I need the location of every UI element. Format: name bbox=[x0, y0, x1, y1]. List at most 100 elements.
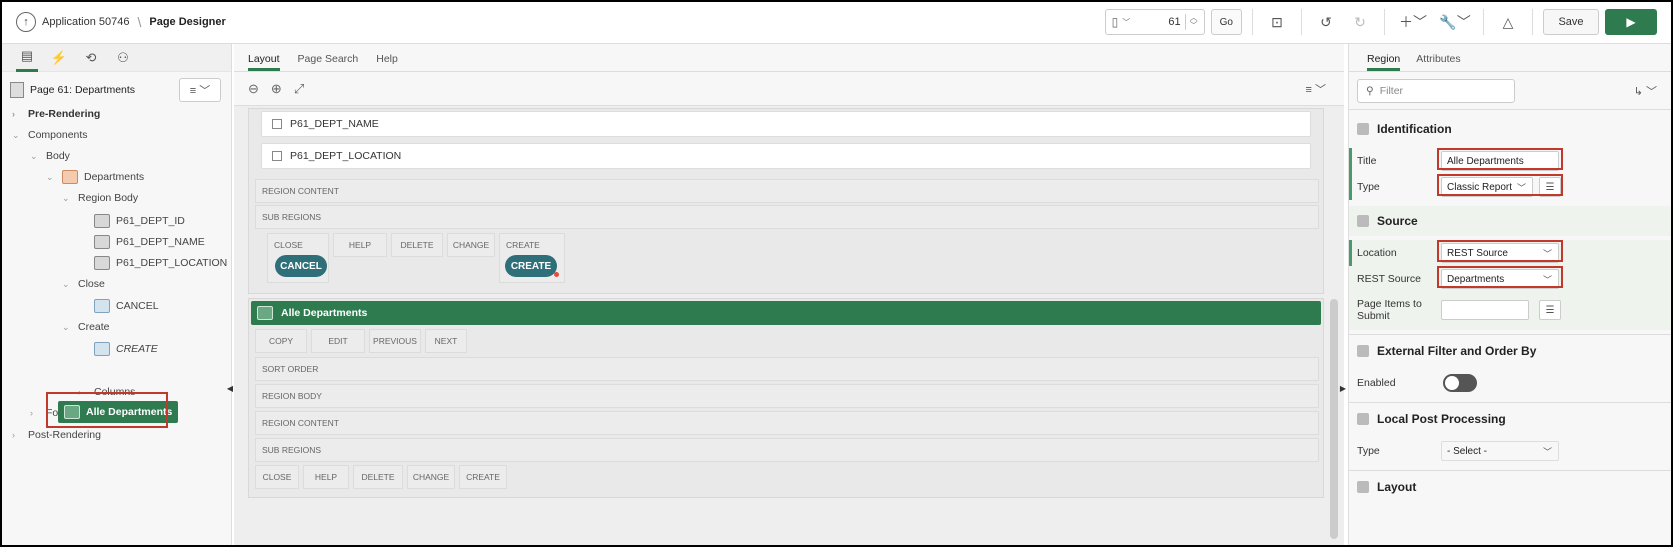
report-grid-icon bbox=[257, 306, 273, 320]
create-menu-icon[interactable]: ＋﹀ bbox=[1395, 9, 1431, 35]
shared-components-icon[interactable]: △ bbox=[1494, 9, 1522, 35]
zoom-out-icon[interactable]: ⊖ bbox=[248, 81, 259, 97]
undo-icon[interactable]: ↺ bbox=[1312, 9, 1340, 35]
section-layout[interactable]: Layout bbox=[1349, 472, 1671, 502]
lock-icon[interactable]: ⊡ bbox=[1263, 9, 1291, 35]
item-dept-location[interactable]: P61_DEPT_LOCATION bbox=[261, 143, 1311, 169]
divider bbox=[1349, 334, 1671, 335]
app-link[interactable]: Application 50746 bbox=[42, 16, 129, 28]
section-local-post-processing[interactable]: Local Post Processing bbox=[1349, 404, 1671, 434]
tree-node-create[interactable]: ⌄ Create bbox=[62, 321, 110, 333]
tab-region[interactable]: Region bbox=[1367, 53, 1401, 71]
tab-layout[interactable]: Layout bbox=[248, 53, 280, 71]
list-icon[interactable]: ☰ bbox=[1539, 300, 1561, 320]
go-button[interactable]: Go bbox=[1210, 9, 1242, 35]
tree-node-close[interactable]: ⌄ Close bbox=[62, 278, 105, 290]
enabled-toggle[interactable] bbox=[1443, 374, 1477, 392]
tree-node-body[interactable]: ⌄ Body bbox=[30, 150, 70, 162]
dynamic-actions-tab-icon[interactable]: ⚡ bbox=[48, 44, 70, 72]
save-button[interactable]: Save bbox=[1543, 9, 1599, 35]
divider bbox=[1384, 9, 1385, 35]
tree-node-region-body[interactable]: ⌄ Region Body bbox=[62, 192, 138, 204]
collapse-toggle-icon bbox=[1357, 123, 1369, 135]
go-to-group-icon[interactable]: ↳ ﹀ bbox=[1634, 83, 1657, 99]
item-icon bbox=[272, 151, 282, 161]
slot-help[interactable]: HELP bbox=[333, 233, 387, 257]
slot-region-content[interactable]: REGION CONTENT bbox=[255, 179, 1319, 203]
tree-node-pre-rendering[interactable]: › Pre-Rendering bbox=[12, 108, 100, 120]
tree-node-dept-id[interactable]: P61_DEPT_ID bbox=[94, 214, 185, 228]
slot-region-content[interactable]: REGION CONTENT bbox=[255, 411, 1319, 435]
collapse-left-icon[interactable]: ◀ bbox=[227, 384, 233, 393]
layout-menu-icon[interactable]: ≡ ﹀ bbox=[1306, 81, 1326, 97]
slot-change[interactable]: CHANGE bbox=[407, 465, 455, 489]
slot-next[interactable]: NEXT bbox=[425, 329, 467, 353]
region-alle-departments[interactable]: Alle Departments COPY EDIT PREVIOUS NEXT… bbox=[248, 298, 1324, 498]
divider bbox=[1301, 9, 1302, 35]
tree-node-post-rendering[interactable]: › Post-Rendering bbox=[12, 429, 101, 441]
slot-copy[interactable]: COPY bbox=[255, 329, 307, 353]
layout-panel: Layout Page Search Help ⊖ ⊕ ⤢ ≡ ﹀ P61_DE… bbox=[234, 44, 1346, 545]
page-number-input[interactable]: 61 bbox=[1168, 16, 1180, 28]
tab-help[interactable]: Help bbox=[376, 53, 398, 71]
page-items-input[interactable] bbox=[1441, 300, 1529, 320]
shared-components-tab-icon[interactable]: ⚇ bbox=[112, 44, 134, 72]
slot-region-body[interactable]: REGION BODY bbox=[255, 384, 1319, 408]
chevron-right-icon: › bbox=[12, 430, 15, 440]
rendering-tab-icon[interactable]: ▤ bbox=[16, 44, 38, 72]
property-page-items-label: Page Items to Submit bbox=[1357, 298, 1422, 322]
slot-sub-regions[interactable]: SUB REGIONS bbox=[255, 438, 1319, 462]
page-selector[interactable]: ▯ ﹀ 61 ︿ ﹀ bbox=[1104, 9, 1205, 35]
region-departments[interactable]: P61_DEPT_NAME P61_DEPT_LOCATION REGION C… bbox=[248, 108, 1324, 294]
slot-delete[interactable]: DELETE bbox=[391, 233, 443, 257]
slot-previous[interactable]: PREVIOUS bbox=[369, 329, 421, 353]
property-tabs: Region Attributes bbox=[1349, 44, 1671, 72]
section-external-filter[interactable]: External Filter and Order By bbox=[1349, 336, 1671, 366]
tab-page-search[interactable]: Page Search bbox=[298, 53, 359, 71]
section-source[interactable]: Source bbox=[1349, 206, 1671, 236]
text-field-icon bbox=[94, 256, 110, 270]
slot-help[interactable]: HELP bbox=[303, 465, 349, 489]
zoom-in-icon[interactable]: ⊕ bbox=[271, 81, 282, 97]
tree-node-dept-name[interactable]: P61_DEPT_NAME bbox=[94, 235, 205, 249]
tree-node-dept-location[interactable]: P61_DEPT_LOCATION bbox=[94, 256, 227, 270]
page-node-title[interactable]: Page 61: Departments bbox=[30, 84, 135, 96]
breadcrumb: ↑ Application 50746 \ Page Designer bbox=[16, 12, 226, 32]
slot-delete[interactable]: DELETE bbox=[353, 465, 403, 489]
page-number-stepper[interactable]: ︿ ﹀ bbox=[1184, 14, 1198, 30]
tab-attributes[interactable]: Attributes bbox=[1416, 53, 1460, 71]
slot-close[interactable]: CLOSE bbox=[255, 465, 299, 489]
expand-icon[interactable]: ⤢ bbox=[294, 81, 304, 97]
run-button[interactable]: ▶ bbox=[1605, 9, 1657, 35]
collapse-right-icon[interactable]: ▶ bbox=[1340, 384, 1346, 393]
up-arrow-icon[interactable]: ↑ bbox=[16, 12, 36, 32]
slot-edit[interactable]: EDIT bbox=[311, 329, 365, 353]
redo-icon[interactable]: ↻ bbox=[1346, 9, 1374, 35]
property-editor: Region Attributes ⚲ Filter ↳ ﹀ Identific… bbox=[1348, 44, 1671, 545]
canvas-scrollbar[interactable] bbox=[1330, 299, 1338, 539]
section-identification[interactable]: Identification bbox=[1349, 114, 1671, 144]
search-icon: ⚲ bbox=[1366, 84, 1374, 97]
tree-menu-button[interactable]: ≡ ﹀ bbox=[179, 78, 221, 102]
tree-node-cancel[interactable]: CANCEL bbox=[94, 299, 159, 313]
item-dept-name[interactable]: P61_DEPT_NAME bbox=[261, 111, 1311, 137]
chevron-down-icon: ﹀ bbox=[1542, 446, 1552, 457]
slot-create[interactable]: CREATE bbox=[459, 465, 507, 489]
create-button[interactable]: CREATE bbox=[505, 255, 559, 277]
slot-change[interactable]: CHANGE bbox=[447, 233, 495, 257]
page-designer-title: Page Designer bbox=[149, 16, 226, 28]
post-type-select[interactable]: - Select - ﹀ bbox=[1441, 441, 1559, 461]
property-post-type-label: Type bbox=[1357, 445, 1380, 457]
utilities-wrench-icon[interactable]: 🔧﹀ bbox=[1437, 9, 1473, 35]
tree-node-create-button[interactable]: CREATE bbox=[94, 342, 158, 356]
tree-node-departments[interactable]: ⌄ Departments bbox=[46, 170, 144, 184]
cancel-button[interactable]: CANCEL bbox=[275, 255, 327, 277]
tree-node-components[interactable]: ⌄ Components bbox=[12, 129, 88, 141]
slot-sort-order[interactable]: SORT ORDER bbox=[255, 357, 1319, 381]
chevron-down-icon: ⌄ bbox=[30, 150, 38, 161]
slot-sub-regions[interactable]: SUB REGIONS bbox=[255, 205, 1319, 229]
region-header-alle-departments[interactable]: Alle Departments bbox=[251, 301, 1321, 325]
filter-input[interactable]: ⚲ Filter bbox=[1357, 78, 1515, 103]
processing-tab-icon[interactable]: ⟲ bbox=[80, 44, 102, 72]
property-location-label: Location bbox=[1357, 247, 1397, 259]
